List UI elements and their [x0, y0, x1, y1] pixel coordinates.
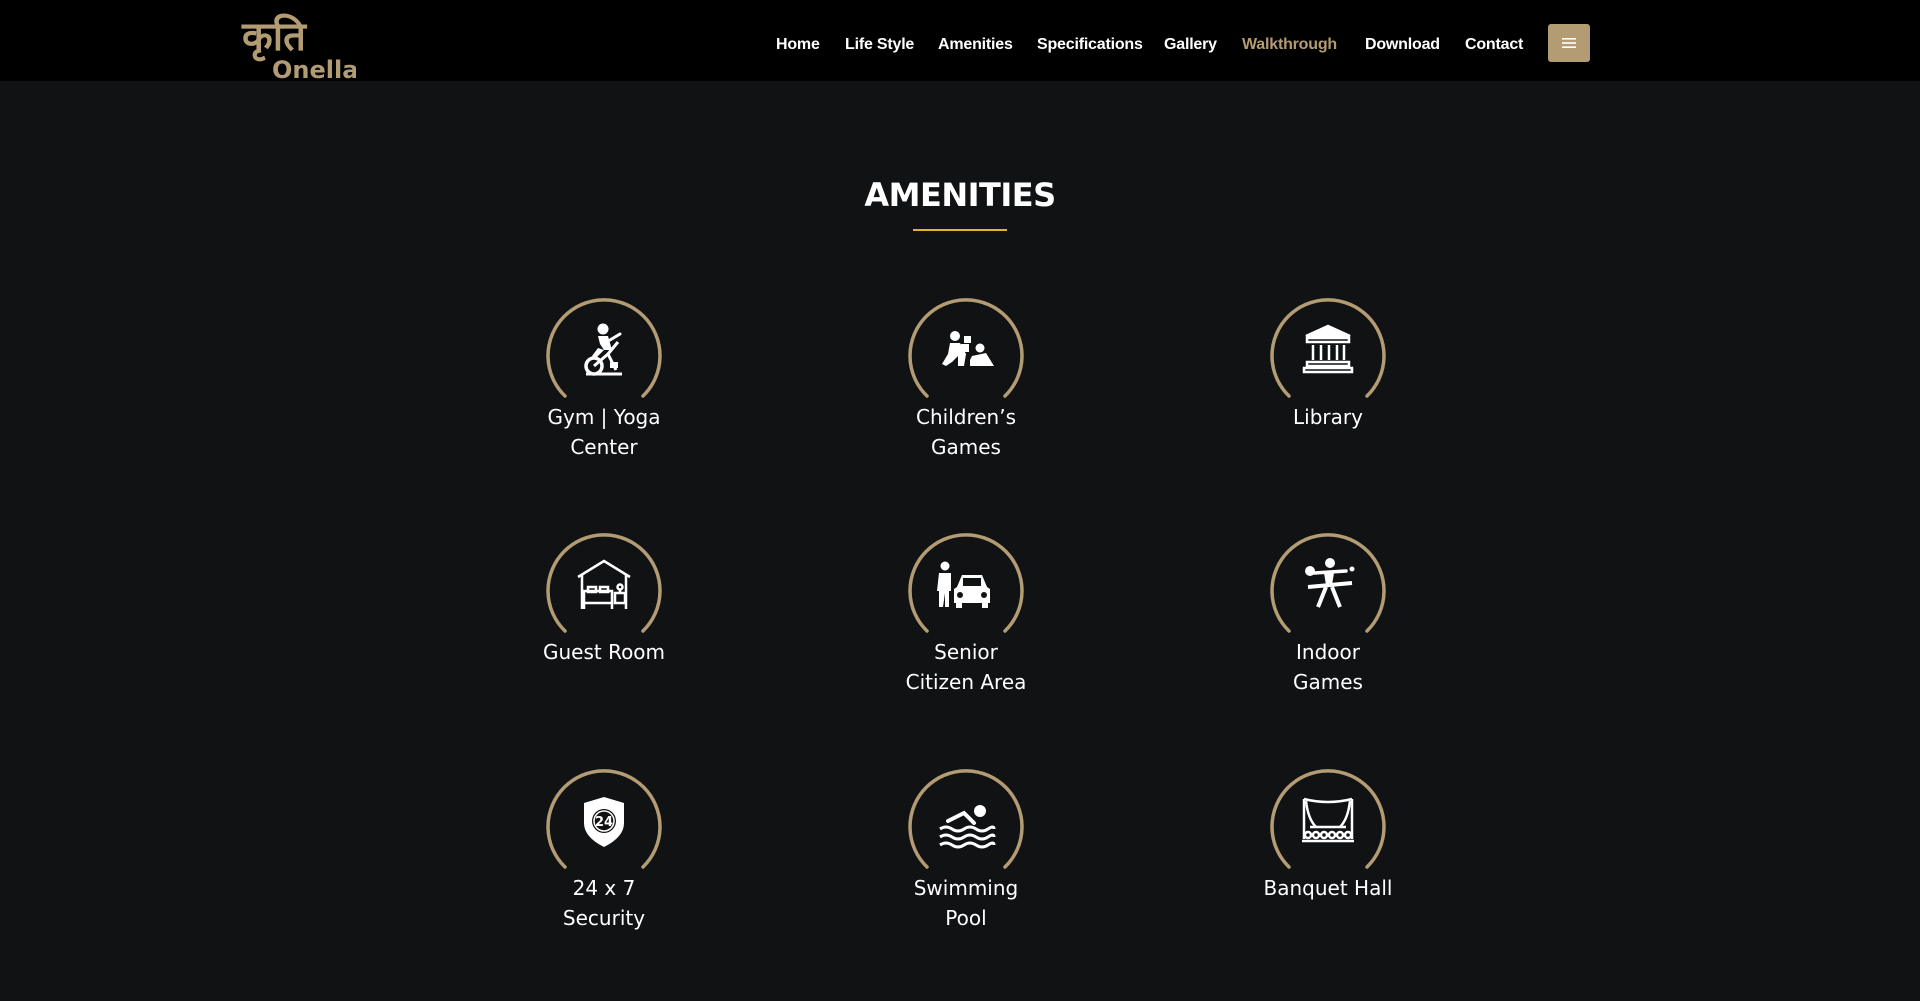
logo-latin: Onella: [272, 56, 356, 82]
nav-life-style[interactable]: Life Style: [845, 36, 914, 54]
banquet-stage-icon: [1302, 797, 1354, 843]
hamburger-icon: [1562, 38, 1576, 48]
amenity-label: Gym | Yoga Center: [547, 405, 661, 459]
amenity-label: Swimming Pool: [913, 876, 1019, 930]
amenity-ring: [908, 531, 1024, 647]
amenity-label: Senior Citizen Area: [905, 640, 1027, 694]
exercise-bike-icon: [584, 323, 622, 376]
section-title: AMENITIES: [864, 176, 1056, 214]
guest-room-bed-icon: [577, 559, 631, 609]
nav-walkthrough[interactable]: Walkthrough: [1242, 36, 1337, 54]
nav-download[interactable]: Download: [1365, 36, 1440, 54]
amenity-ring: [546, 531, 662, 647]
amenity-label: Banquet Hall: [1263, 876, 1393, 900]
amenity-ring: [546, 296, 662, 412]
svg-text:24: 24: [595, 815, 613, 830]
amenity-ring: [1270, 767, 1386, 883]
senior-citizen-car-icon: [937, 561, 990, 608]
title-underline: [913, 229, 1007, 231]
amenity-label: Library: [1293, 405, 1363, 429]
children-play-icon: [942, 331, 994, 366]
amenity-label: 24 x 7 Security: [562, 876, 646, 930]
nav-amenities[interactable]: Amenities: [938, 36, 1013, 54]
security-shield-24-icon: 24: [584, 797, 624, 847]
main-navigation: Home Life Style Amenities Specifications…: [0, 36, 1920, 56]
amenity-label: Guest Room: [542, 640, 666, 664]
amenity-ring: [1270, 531, 1386, 647]
library-building-icon: [1302, 324, 1354, 374]
amenity-ring: [908, 296, 1024, 412]
amenity-label: Children’s Games: [916, 405, 1016, 459]
swimmer-icon: [939, 805, 996, 849]
amenity-ring: 24: [546, 767, 662, 883]
amenity-ring: [908, 767, 1024, 883]
amenity-ring: [1270, 296, 1386, 412]
nav-gallery[interactable]: Gallery: [1164, 36, 1217, 54]
menu-toggle-button[interactable]: [1548, 24, 1590, 62]
nav-home[interactable]: Home: [776, 36, 820, 54]
table-tennis-icon: [1305, 558, 1355, 608]
nav-contact[interactable]: Contact: [1465, 36, 1523, 54]
top-navbar: कृति Onella Home Life Style Amenities Sp…: [0, 0, 1920, 82]
nav-specifications[interactable]: Specifications: [1037, 36, 1143, 54]
amenity-label: Indoor Games: [1293, 640, 1363, 694]
